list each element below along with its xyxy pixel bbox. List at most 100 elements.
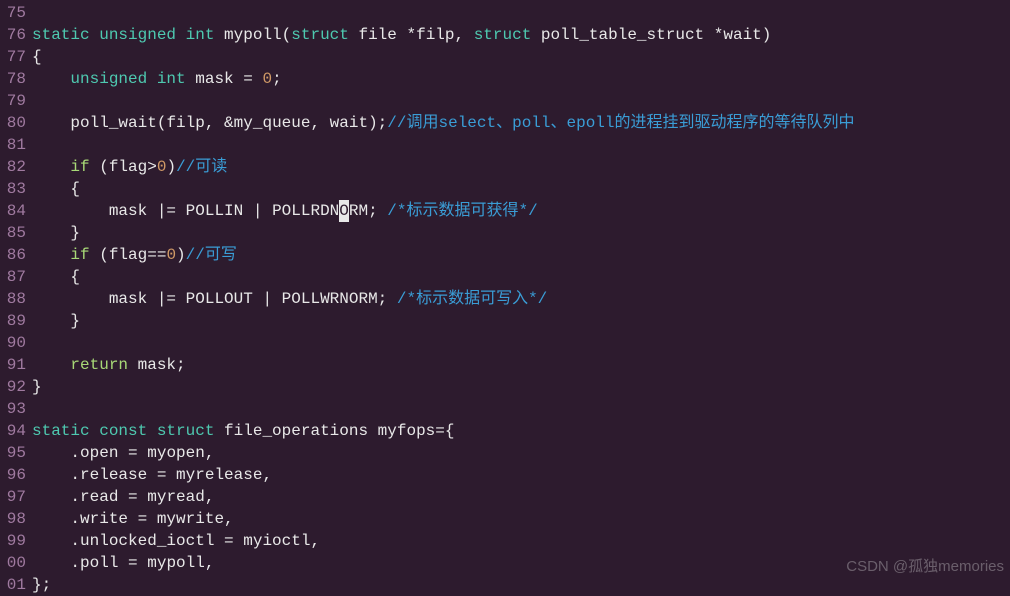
code-token: { <box>32 180 80 198</box>
code-token: wait <box>723 26 761 44</box>
code-token: | <box>262 290 281 308</box>
code-content[interactable]: .release = myrelease, <box>32 464 1010 486</box>
code-content[interactable]: if (flag==0)//可写 <box>32 244 1010 266</box>
line-number: 92 <box>0 376 32 398</box>
code-token: } <box>32 378 42 396</box>
code-content[interactable]: .write = mywrite, <box>32 508 1010 530</box>
code-line[interactable]: 98 .write = mywrite, <box>0 508 1010 530</box>
code-token: . <box>32 466 80 484</box>
code-token: } <box>32 224 80 242</box>
code-token: | <box>253 202 272 220</box>
code-line[interactable]: 94static const struct file_operations my… <box>0 420 1010 442</box>
code-line[interactable]: 85 } <box>0 222 1010 244</box>
code-line[interactable]: 96 .release = myrelease, <box>0 464 1010 486</box>
code-content[interactable] <box>32 2 1010 24</box>
code-token: = <box>138 510 157 528</box>
code-content[interactable]: } <box>32 222 1010 244</box>
code-content[interactable] <box>32 90 1010 112</box>
code-content[interactable] <box>32 332 1010 354</box>
code-token: open <box>80 444 128 462</box>
code-line[interactable]: 84 mask |= POLLIN | POLLRDNORM; /*标示数据可获… <box>0 200 1010 222</box>
code-line[interactable]: 99 .unlocked_ioctl = myioctl, <box>0 530 1010 552</box>
code-token: struct <box>291 26 349 44</box>
code-line[interactable]: 92} <box>0 376 1010 398</box>
code-token <box>32 290 109 308</box>
code-token: ) <box>166 158 176 176</box>
code-token: = <box>128 554 147 572</box>
code-token: myread <box>147 488 205 506</box>
code-token: myrelease <box>176 466 262 484</box>
code-line[interactable]: 81 <box>0 134 1010 156</box>
code-content[interactable]: static const struct file_operations myfo… <box>32 420 1010 442</box>
code-token: ); <box>368 114 387 132</box>
code-token: /*标示数据可写入*/ <box>397 290 547 308</box>
code-content[interactable]: { <box>32 178 1010 200</box>
code-line[interactable]: 97 .read = myread, <box>0 486 1010 508</box>
code-content[interactable]: .unlocked_ioctl = myioctl, <box>32 530 1010 552</box>
line-number: 77 <box>0 46 32 68</box>
code-token: ( <box>157 114 167 132</box>
code-token: POLLWRNORM <box>282 290 378 308</box>
code-content[interactable] <box>32 134 1010 156</box>
code-token: 0 <box>262 70 272 88</box>
code-line[interactable]: 95 .open = myopen, <box>0 442 1010 464</box>
code-token <box>32 246 70 264</box>
code-token: POLLRDN <box>272 202 339 220</box>
line-number: 76 <box>0 24 32 46</box>
code-content[interactable]: mask |= POLLIN | POLLRDNORM; /*标示数据可获得*/ <box>32 200 1010 222</box>
line-number: 90 <box>0 332 32 354</box>
code-token: mask <box>195 70 243 88</box>
code-token: , & <box>205 114 234 132</box>
code-token: poll_wait <box>70 114 156 132</box>
code-content[interactable]: .read = myread, <box>32 486 1010 508</box>
line-number: 97 <box>0 486 32 508</box>
code-token: { <box>32 48 42 66</box>
code-token: , <box>205 488 215 506</box>
code-content[interactable]: unsigned int mask = 0; <box>32 68 1010 90</box>
code-token: ={ <box>435 422 454 440</box>
code-line[interactable]: 88 mask |= POLLOUT | POLLWRNORM; /*标示数据可… <box>0 288 1010 310</box>
code-line[interactable]: 77{ <box>0 46 1010 68</box>
code-line[interactable]: 91 return mask; <box>0 354 1010 376</box>
code-token: . <box>32 510 80 528</box>
code-line[interactable]: 90 <box>0 332 1010 354</box>
code-line[interactable]: 93 <box>0 398 1010 420</box>
code-line[interactable]: 79 <box>0 90 1010 112</box>
code-line[interactable]: 78 unsigned int mask = 0; <box>0 68 1010 90</box>
code-token: myfops <box>378 422 436 440</box>
code-line[interactable]: 86 if (flag==0)//可写 <box>0 244 1010 266</box>
code-content[interactable]: if (flag>0)//可读 <box>32 156 1010 178</box>
code-token: const <box>99 422 157 440</box>
code-content[interactable]: } <box>32 310 1010 332</box>
code-token: mask <box>138 356 176 374</box>
code-line[interactable]: 87 { <box>0 266 1010 288</box>
code-content[interactable]: mask |= POLLOUT | POLLWRNORM; /*标示数据可写入*… <box>32 288 1010 310</box>
line-number: 00 <box>0 552 32 574</box>
code-line[interactable]: 83 { <box>0 178 1010 200</box>
code-token: wait <box>330 114 368 132</box>
code-line[interactable]: 75 <box>0 2 1010 24</box>
code-token: } <box>32 312 80 330</box>
code-token: /*标示数据可获得*/ <box>387 202 537 220</box>
code-line[interactable]: 76static unsigned int mypoll(struct file… <box>0 24 1010 46</box>
code-content[interactable]: } <box>32 376 1010 398</box>
line-number: 94 <box>0 420 32 442</box>
code-content[interactable]: { <box>32 266 1010 288</box>
code-content[interactable]: .open = myopen, <box>32 442 1010 464</box>
code-editor[interactable]: 7576static unsigned int mypoll(struct fi… <box>0 0 1010 596</box>
code-content[interactable]: return mask; <box>32 354 1010 376</box>
code-token: myioctl <box>243 532 310 550</box>
code-line[interactable]: 80 poll_wait(filp, &my_queue, wait);//调用… <box>0 112 1010 134</box>
code-content[interactable]: poll_wait(filp, &my_queue, wait);//调用sel… <box>32 112 1010 134</box>
line-number: 95 <box>0 442 32 464</box>
code-line[interactable]: 82 if (flag>0)//可读 <box>0 156 1010 178</box>
code-token: |= <box>157 290 186 308</box>
code-content[interactable]: static unsigned int mypoll(struct file *… <box>32 24 1010 46</box>
code-line[interactable]: 89 } <box>0 310 1010 332</box>
code-token: . <box>32 554 80 572</box>
code-content[interactable]: { <box>32 46 1010 68</box>
code-token: if <box>70 246 99 264</box>
code-content[interactable] <box>32 398 1010 420</box>
code-token: = <box>224 532 243 550</box>
code-token: file_operations <box>224 422 378 440</box>
